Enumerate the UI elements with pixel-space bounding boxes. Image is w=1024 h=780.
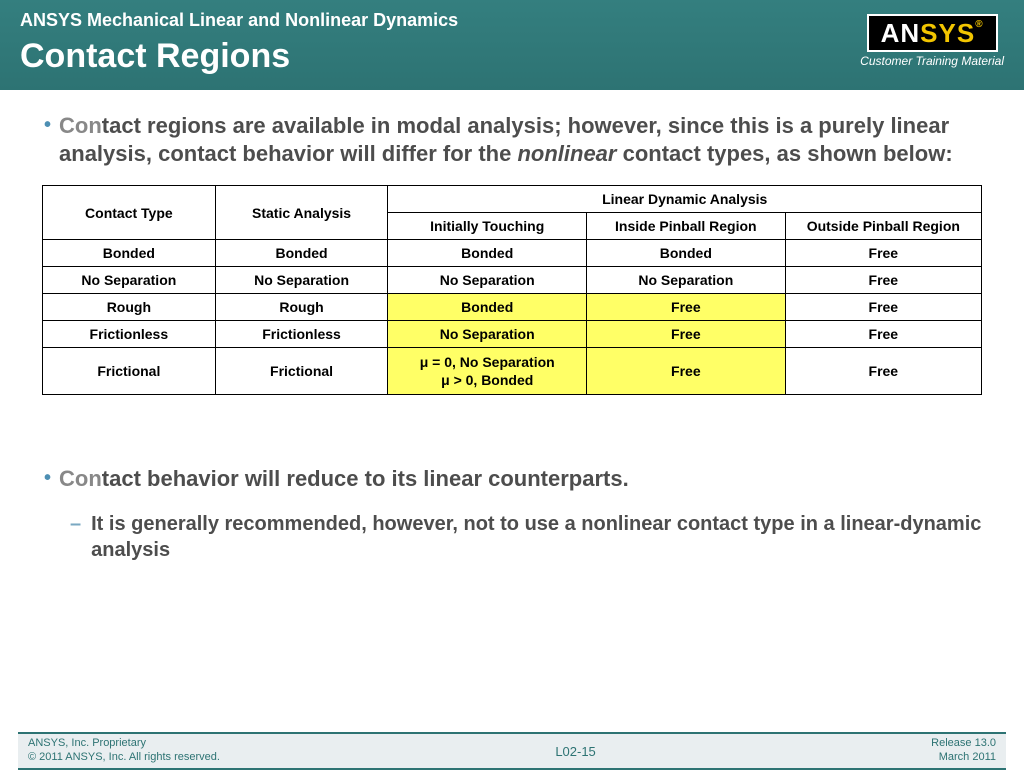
dash-icon: – — [70, 511, 81, 537]
slide-title: Contact Regions — [20, 37, 1004, 76]
contact-type-table: Contact Type Static Analysis Linear Dyna… — [42, 185, 982, 395]
sub-bullet-1-text: It is generally recommended, however, no… — [91, 511, 984, 563]
logo-block: ANSYS® Customer Training Material — [860, 14, 1004, 68]
slide-header: ANSYS Mechanical Linear and Nonlinear Dy… — [0, 0, 1024, 90]
course-subtitle: ANSYS Mechanical Linear and Nonlinear Dy… — [20, 10, 1004, 31]
th-outside-pinball: Outside Pinball Region — [785, 213, 981, 240]
logo-part-an: AN — [881, 18, 921, 48]
bullet-1: • Contact regions are available in modal… — [40, 112, 984, 167]
table-row: No Separation No Separation No Separatio… — [43, 267, 982, 294]
table-row: Frictional Frictional μ = 0, No Separati… — [43, 348, 982, 395]
bullet-2-text: Contact behavior will reduce to its line… — [59, 465, 629, 493]
th-inside-pinball: Inside Pinball Region — [587, 213, 786, 240]
table-row: Rough Rough Bonded Free Free — [43, 294, 982, 321]
slide-content: • Contact regions are available in modal… — [0, 90, 1024, 573]
bullet-dot-icon: • — [44, 465, 51, 491]
th-contact-type: Contact Type — [43, 186, 216, 240]
logo-part-sys: SYS — [920, 18, 975, 48]
logo-registered: ® — [975, 19, 983, 30]
bullet-dot-icon: • — [44, 112, 51, 138]
bullet-1-text: Contact regions are available in modal a… — [59, 112, 984, 167]
footer-left: ANSYS, Inc. Proprietary © 2011 ANSYS, In… — [28, 737, 220, 765]
sub-bullet-1: – It is generally recommended, however, … — [70, 511, 984, 563]
bullet-2: • Contact behavior will reduce to its li… — [40, 465, 984, 493]
table-body: Bonded Bonded Bonded Bonded Free No Sepa… — [43, 240, 982, 395]
th-linear-dynamic-group: Linear Dynamic Analysis — [388, 186, 982, 213]
ansys-logo: ANSYS® — [867, 14, 998, 52]
table-row: Bonded Bonded Bonded Bonded Free — [43, 240, 982, 267]
table-row: Frictionless Frictionless No Separation … — [43, 321, 982, 348]
footer-bar: ANSYS, Inc. Proprietary © 2011 ANSYS, In… — [18, 732, 1006, 770]
th-static-analysis: Static Analysis — [215, 186, 388, 240]
frictional-touching-cell: μ = 0, No Separation μ > 0, Bonded — [388, 348, 587, 395]
slide-number: L02-15 — [555, 744, 595, 759]
footer-right: Release 13.0 March 2011 — [931, 737, 996, 765]
logo-tagline: Customer Training Material — [860, 54, 1004, 68]
slide-footer: ANSYS, Inc. Proprietary © 2011 ANSYS, In… — [0, 732, 1024, 770]
th-initially-touching: Initially Touching — [388, 213, 587, 240]
